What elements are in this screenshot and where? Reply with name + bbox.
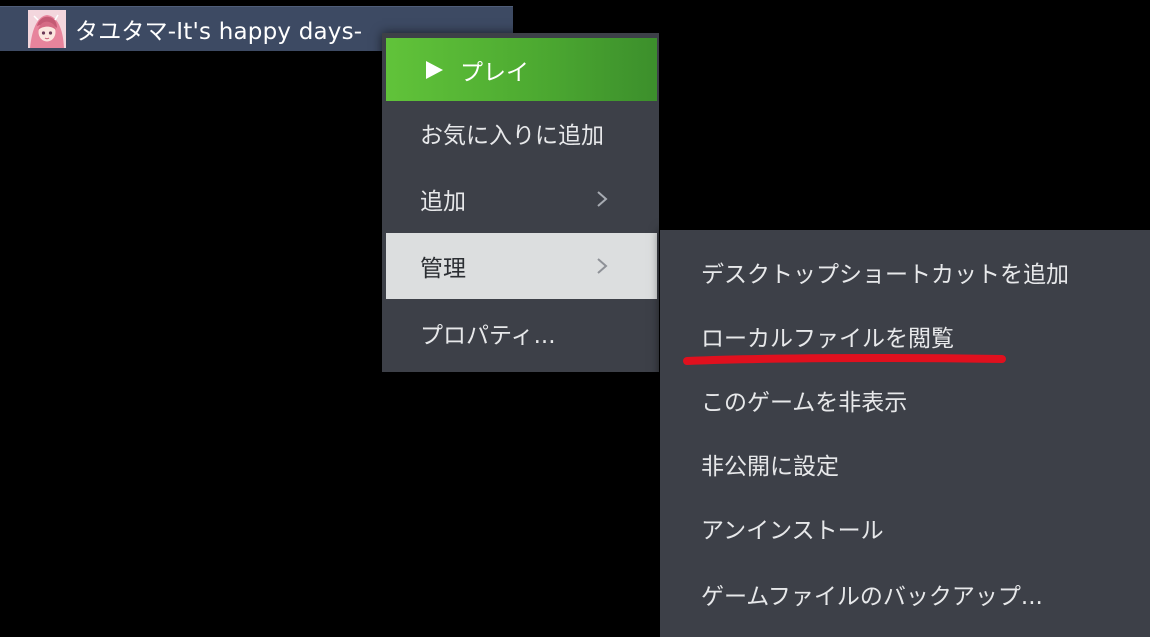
- play-button[interactable]: プレイ: [386, 38, 657, 101]
- red-underline-annotation: [683, 353, 1006, 365]
- uninstall-item[interactable]: アンインストール: [660, 496, 1150, 560]
- add-to-item[interactable]: 追加: [386, 167, 657, 231]
- mark-private-item[interactable]: 非公開に設定: [660, 432, 1150, 496]
- add-to-label: 追加: [420, 189, 466, 215]
- play-icon: [426, 60, 443, 79]
- chevron-right-icon: [597, 258, 608, 274]
- game-thumbnail: [28, 10, 66, 48]
- add-to-favorites-item[interactable]: お気に入りに追加: [386, 101, 657, 165]
- manage-item[interactable]: 管理: [386, 233, 657, 299]
- chevron-right-icon: [597, 191, 608, 207]
- manage-submenu: デスクトップショートカットを追加 ローカルファイルを閲覧 このゲームを非表示 非…: [660, 230, 1150, 637]
- play-label: プレイ: [460, 59, 529, 86]
- add-desktop-shortcut-item[interactable]: デスクトップショートカットを追加: [660, 240, 1150, 304]
- properties-label: プロパティ...: [420, 323, 556, 349]
- properties-item[interactable]: プロパティ...: [386, 301, 657, 365]
- game-title: タユタマ-It's happy days-: [75, 19, 363, 45]
- manage-label: 管理: [420, 256, 466, 282]
- screen: タユタマ-It's happy days- プレイ お気に入りに追加 追加 管理: [0, 0, 1150, 637]
- game-context-menu: プレイ お気に入りに追加 追加 管理 プロパティ...: [382, 33, 659, 372]
- backup-game-files-item[interactable]: ゲームファイルのバックアップ...: [660, 562, 1150, 626]
- add-to-favorites-label: お気に入りに追加: [420, 123, 604, 149]
- hide-game-item[interactable]: このゲームを非表示: [660, 368, 1150, 432]
